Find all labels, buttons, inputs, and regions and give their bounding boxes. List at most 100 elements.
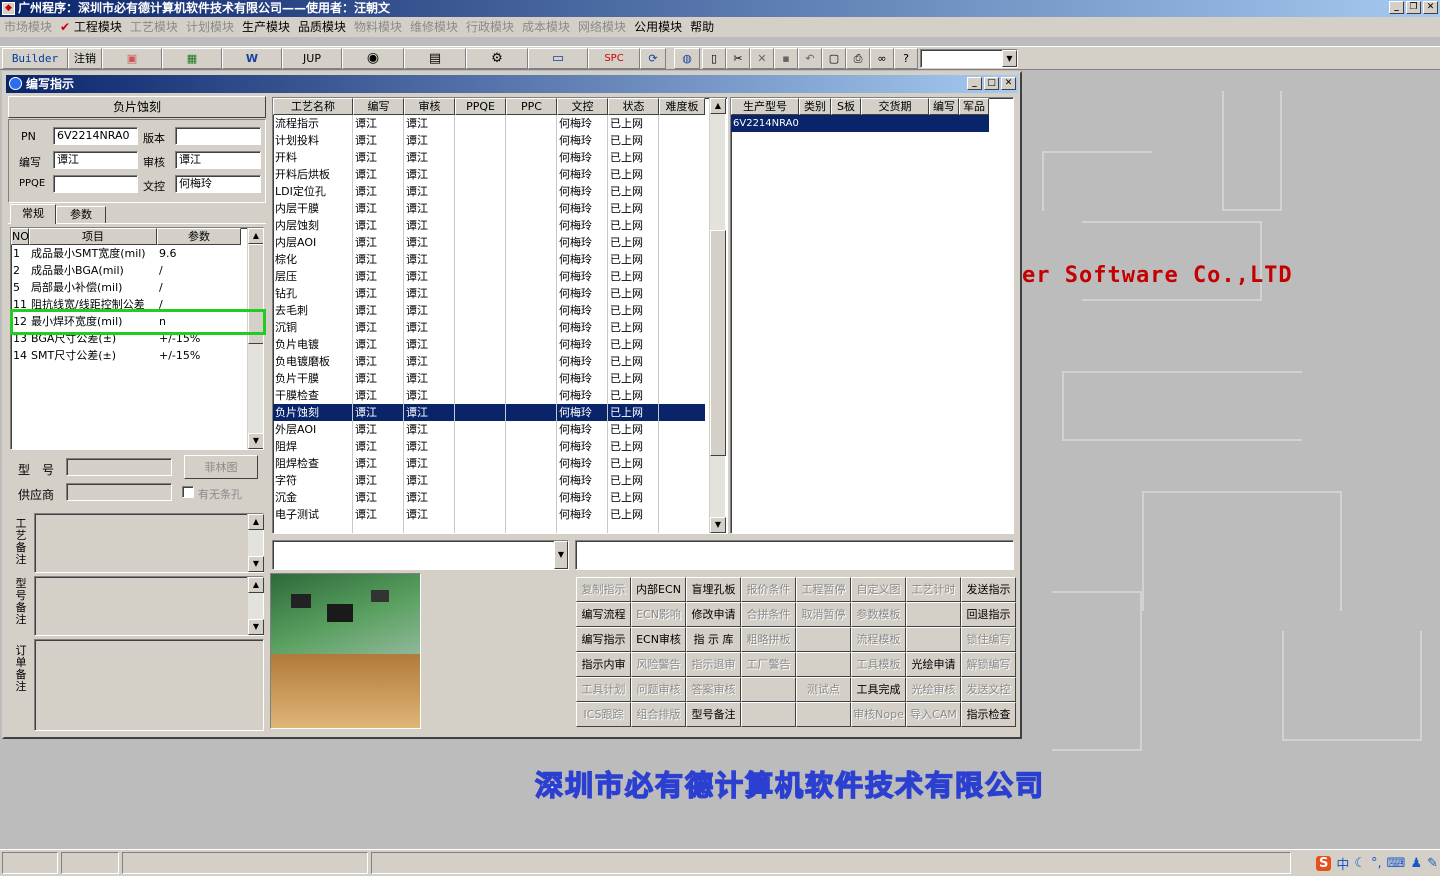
process-cell[interactable]: 谭江 xyxy=(404,166,455,183)
menu-plan[interactable]: 计划模块 xyxy=(186,17,242,37)
process-cell[interactable]: 已上网 xyxy=(608,268,659,285)
sogou-icon[interactable]: S xyxy=(1315,855,1332,871)
process-cell[interactable]: 谭江 xyxy=(353,149,404,166)
process-cell[interactable] xyxy=(455,183,506,200)
menu-production[interactable]: 生产模块 xyxy=(242,17,298,37)
restore-button[interactable]: ❐ xyxy=(1406,1,1421,14)
product-cell[interactable] xyxy=(929,115,959,132)
process-cell[interactable] xyxy=(506,353,557,370)
scroll-up-icon[interactable]: ▲ xyxy=(710,98,726,114)
process-cell[interactable] xyxy=(659,438,705,455)
process-cell[interactable]: 谭江 xyxy=(353,268,404,285)
action-button[interactable]: 报价条件 xyxy=(741,577,796,602)
process-cell[interactable]: 谭江 xyxy=(404,302,455,319)
help-icon[interactable]: ? xyxy=(894,48,918,69)
process-cell[interactable] xyxy=(455,387,506,404)
excel-icon[interactable]: ▦ xyxy=(162,48,222,69)
process-cell[interactable] xyxy=(506,438,557,455)
process-cell[interactable]: 开料后烘板 xyxy=(273,166,353,183)
process-cell[interactable]: 干膜检查 xyxy=(273,387,353,404)
globe-icon[interactable]: ◍ xyxy=(674,48,700,69)
menu-engineering[interactable]: ✔ 工程模块 xyxy=(60,17,130,37)
product-header-0[interactable]: 生产型号 xyxy=(731,98,799,115)
process-scrollbar[interactable]: ▲ ▼ xyxy=(709,98,726,533)
process-cell[interactable] xyxy=(455,302,506,319)
cut-icon[interactable]: ✂ xyxy=(726,48,750,69)
process-header-0[interactable]: 工艺名称 xyxy=(273,98,353,115)
scroll-up-icon[interactable]: ▲ xyxy=(248,577,264,593)
process-cell[interactable] xyxy=(659,319,705,336)
menu-help[interactable]: 帮助 xyxy=(690,17,722,37)
action-button[interactable] xyxy=(796,702,851,727)
new-file-icon[interactable]: ▯ xyxy=(702,48,726,69)
process-cell[interactable]: 计划投料 xyxy=(273,132,353,149)
scroll-down-icon[interactable]: ▼ xyxy=(248,556,264,572)
process-header-6[interactable]: 状态 xyxy=(608,98,659,115)
scroll-down-icon[interactable]: ▼ xyxy=(710,517,726,533)
process-cell[interactable] xyxy=(506,506,557,523)
process-cell[interactable] xyxy=(659,506,705,523)
ime-mode[interactable]: 中 xyxy=(1336,854,1349,873)
process-cell[interactable] xyxy=(455,217,506,234)
process-cell[interactable]: 谭江 xyxy=(404,217,455,234)
action-button[interactable]: 锁住编写 xyxy=(961,627,1016,652)
process-cell[interactable]: 电子测试 xyxy=(273,506,353,523)
process-cell[interactable] xyxy=(506,234,557,251)
action-button[interactable]: 编写流程 xyxy=(576,602,631,627)
process-cell[interactable]: 何梅玲 xyxy=(557,200,608,217)
order-note-field[interactable] xyxy=(34,639,264,731)
product-cell[interactable] xyxy=(831,115,861,132)
model-note-scrollbar[interactable]: ▲ ▼ xyxy=(247,577,264,635)
process-cell[interactable] xyxy=(455,132,506,149)
product-cell[interactable]: 6V2214NRA0 xyxy=(731,115,799,132)
process-cell[interactable]: 谭江 xyxy=(404,404,455,421)
version-field[interactable] xyxy=(175,127,261,145)
action-button[interactable]: ICS跟踪 xyxy=(576,702,631,727)
process-cell[interactable] xyxy=(455,234,506,251)
process-cell[interactable]: 已上网 xyxy=(608,234,659,251)
process-cell[interactable]: 谭江 xyxy=(353,353,404,370)
pn-field[interactable]: 6V2214NRA0 xyxy=(53,127,138,145)
process-cell[interactable]: 谭江 xyxy=(353,370,404,387)
menu-craft[interactable]: 工艺模块 xyxy=(130,17,186,37)
process-cell[interactable]: 谭江 xyxy=(404,319,455,336)
database-icon[interactable]: ▤ xyxy=(404,48,466,69)
process-cell[interactable]: 何梅玲 xyxy=(557,489,608,506)
action-button[interactable] xyxy=(741,677,796,702)
process-cell[interactable]: 何梅玲 xyxy=(557,387,608,404)
product-cell[interactable] xyxy=(799,115,831,132)
process-cell[interactable]: 谭江 xyxy=(404,268,455,285)
wrench-icon[interactable]: ✎ xyxy=(1427,856,1438,871)
process-cell[interactable] xyxy=(659,166,705,183)
process-cell[interactable]: 何梅玲 xyxy=(557,132,608,149)
params-header-item[interactable]: 项目 xyxy=(29,228,157,245)
process-cell[interactable] xyxy=(455,200,506,217)
process-cell[interactable] xyxy=(455,115,506,132)
menu-market[interactable]: 市场模块 xyxy=(4,17,60,37)
process-cell[interactable]: 已上网 xyxy=(608,149,659,166)
word-icon[interactable]: W xyxy=(222,48,282,69)
process-cell[interactable]: 谭江 xyxy=(404,234,455,251)
process-cell[interactable]: 内层AOI xyxy=(273,234,353,251)
logout-button[interactable]: 注销 xyxy=(68,48,102,69)
action-button[interactable]: ECN影响 xyxy=(631,602,686,627)
process-cell[interactable]: 沉铜 xyxy=(273,319,353,336)
action-button[interactable]: 复制指示 xyxy=(576,577,631,602)
process-cell[interactable] xyxy=(455,506,506,523)
model-note-field[interactable]: ▲ ▼ xyxy=(34,576,264,636)
action-button[interactable]: 回退指示 xyxy=(961,602,1016,627)
action-button[interactable]: 导入CAM xyxy=(906,702,961,727)
process-cell[interactable]: 谭江 xyxy=(404,336,455,353)
process-cell[interactable]: 已上网 xyxy=(608,115,659,132)
process-cell[interactable] xyxy=(506,421,557,438)
process-cell[interactable] xyxy=(455,166,506,183)
network-icon[interactable]: ⚙ xyxy=(466,48,528,69)
keyboard-icon[interactable]: ⌨ xyxy=(1387,856,1406,871)
process-cell[interactable]: 何梅玲 xyxy=(557,336,608,353)
reviewer-field[interactable]: 谭江 xyxy=(175,151,261,169)
process-cell[interactable] xyxy=(659,387,705,404)
action-button[interactable]: 指 示 库 xyxy=(686,627,741,652)
process-cell[interactable] xyxy=(659,200,705,217)
process-cell[interactable]: 谭江 xyxy=(404,132,455,149)
process-cell[interactable]: 谭江 xyxy=(353,285,404,302)
